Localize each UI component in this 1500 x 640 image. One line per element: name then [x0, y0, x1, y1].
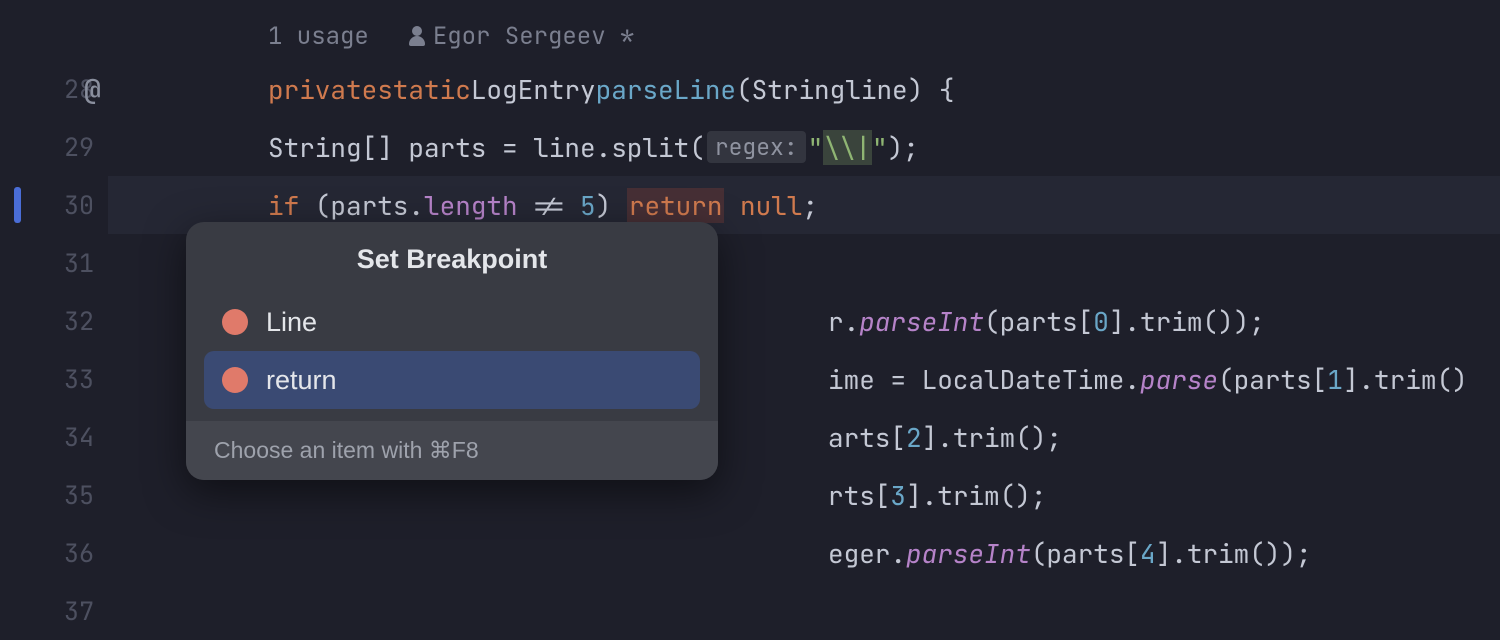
keyword-return: return [627, 188, 725, 223]
author-hint[interactable]: Egor Sergeev * [433, 21, 635, 52]
parameter-hint: regex: [707, 131, 806, 163]
inlay-meta-row: 1 usage Egor Sergeev * [108, 12, 1500, 60]
line-number: 29 [64, 130, 94, 164]
line-number: 30 [64, 188, 94, 222]
gutter-spacer [0, 12, 108, 60]
popup-footer-hint: Choose an item with ⌘F8 [186, 421, 718, 480]
option-label: Line [266, 307, 317, 338]
gutter-line[interactable]: 35 [0, 466, 108, 524]
line-number: 33 [64, 362, 94, 396]
gutter-line[interactable]: 36 [0, 524, 108, 582]
breakpoint-dot-icon [222, 309, 248, 335]
line-number: 32 [64, 304, 94, 338]
popup-title: Set Breakpoint [186, 222, 718, 293]
gutter-line[interactable]: 33 [0, 350, 108, 408]
gutter-line[interactable]: 28 @ [0, 60, 108, 118]
usages-hint[interactable]: 1 usage [268, 21, 369, 52]
breakpoint-option-return[interactable]: return [204, 351, 700, 409]
gutter-line[interactable]: 31 [0, 234, 108, 292]
breakpoint-popup: Set Breakpoint Line return Choose an ite… [186, 222, 718, 480]
user-icon [409, 28, 425, 44]
gutter-line[interactable]: 29 [0, 118, 108, 176]
popup-items: Line return [186, 293, 718, 421]
line-number: 31 [64, 246, 94, 280]
keyword-if: if [268, 188, 299, 223]
option-label: return [266, 365, 337, 396]
breakpoint-dot-icon [222, 367, 248, 393]
breakpoint-option-line[interactable]: Line [204, 293, 700, 351]
line-number: 34 [64, 420, 94, 454]
line-number: 35 [64, 478, 94, 512]
keyword-static: static [377, 72, 471, 107]
gutter-line[interactable]: 32 [0, 292, 108, 350]
keyword-private: private [268, 72, 377, 107]
code-line[interactable]: private static LogEntry parseLine(String… [108, 60, 1500, 118]
override-icon[interactable]: @ [84, 71, 101, 108]
line-number: 36 [64, 536, 94, 570]
gutter-line[interactable]: 34 [0, 408, 108, 466]
code-line[interactable]: String[] parts = line.split( regex: "\\|… [108, 118, 1500, 176]
method-name: parseLine [596, 72, 736, 107]
gutter: 28 @ 29 30 31 32 33 34 35 36 37 [0, 0, 108, 600]
type-name: LogEntry [471, 72, 596, 107]
breakpoint-indicator[interactable] [14, 187, 21, 223]
gutter-line[interactable]: 30 [0, 176, 108, 234]
code-line[interactable]: eger.parseInt(parts[4].trim()); [108, 524, 1500, 582]
gutter-line[interactable]: 37 [0, 582, 108, 640]
line-number: 37 [64, 594, 94, 628]
